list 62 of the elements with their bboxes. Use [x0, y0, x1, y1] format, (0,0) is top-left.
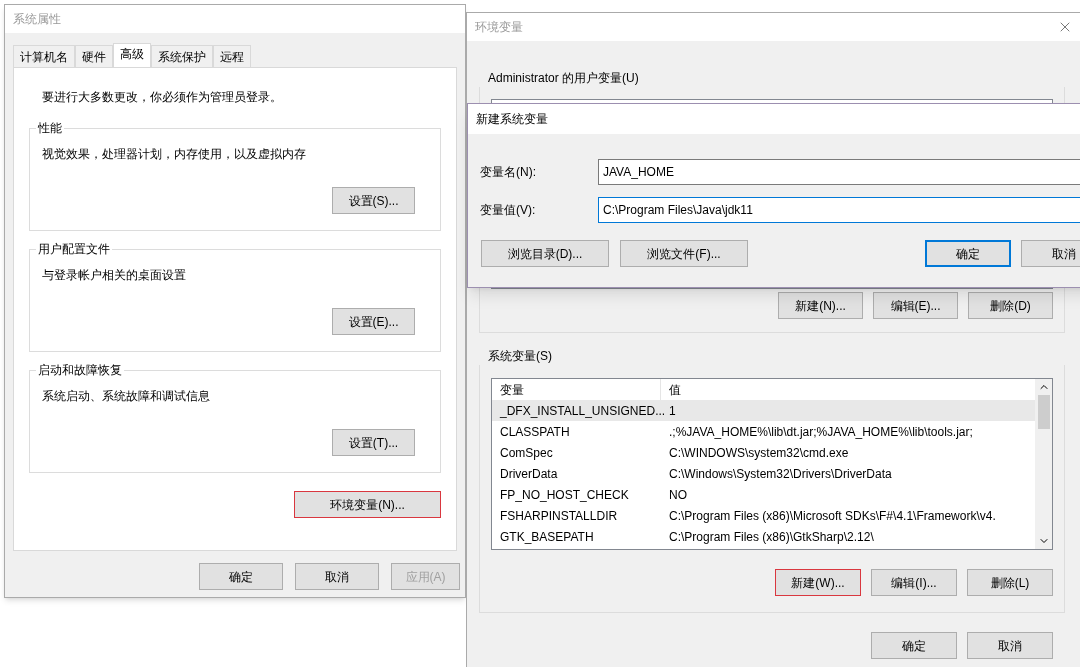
table-cell-text: FSHARPINSTALLDIR — [499, 507, 619, 525]
table-cell-text: FP_NO_HOST_CHECK — [499, 486, 630, 504]
section-title: Administrator 的用户变量(U) — [488, 70, 640, 87]
variable-row[interactable]: FP_NO_HOST_CHECK NO — [492, 484, 1035, 505]
dialog-button[interactable]: 确定 — [871, 632, 957, 659]
dialog-button[interactable]: 确定 — [925, 240, 1011, 267]
dialog-button[interactable]: 取消 — [967, 632, 1053, 659]
table-cell-text: DriverData — [499, 465, 559, 483]
tab[interactable]: 系统保护 — [151, 45, 213, 67]
group-description: 视觉效果，处理器计划，内存使用，以及虚拟内存 — [42, 146, 307, 163]
tab[interactable]: 硬件 — [75, 45, 113, 67]
group-title: 用户配置文件 — [36, 242, 112, 256]
field-label: 变量名(N): — [480, 164, 537, 181]
input-field[interactable]: C:\Program Files\Java\jdk11 — [598, 197, 1080, 223]
list-button[interactable]: 编辑(I)... — [871, 569, 957, 596]
table-cell-text: CLASSPATH — [499, 423, 571, 441]
input-field[interactable]: JAVA_HOME — [598, 159, 1080, 185]
dialog-title: 新建系统变量 — [476, 111, 548, 128]
table-cell-text: 1 — [668, 402, 677, 420]
dialog-button[interactable]: 取消 — [1021, 240, 1080, 267]
tab[interactable]: 高级 — [113, 43, 151, 67]
group-title: 性能 — [36, 121, 64, 135]
group-description: 系统启动、系统故障和调试信息 — [42, 388, 211, 405]
list-button[interactable]: 新建(W)... — [775, 569, 861, 596]
tab[interactable]: 远程 — [213, 45, 251, 67]
settings-button[interactable]: 设置(S)... — [332, 187, 415, 214]
table-cell-text: GTK_BASEPATH — [499, 528, 595, 546]
table-cell-text: C:\WINDOWS\system32\cmd.exe — [668, 444, 850, 462]
variable-row[interactable]: CLASSPATH .;%JAVA_HOME%\lib\dt.jar;%JAVA_HOME%\lib\tools.jar; — [492, 421, 1035, 442]
scrollbar[interactable] — [1035, 379, 1052, 549]
variable-row[interactable]: FSHARPINSTALLDIR C:\Program Files (x86)\Microsoft SDKs\F#\4.1\Framework\v4. — [492, 505, 1035, 526]
section-title: 系统变量(S) — [488, 348, 553, 365]
dialog-button[interactable]: 浏览文件(F)... — [620, 240, 748, 267]
table-cell-text: NO — [668, 486, 688, 504]
dialog-button[interactable]: 取消 — [295, 563, 379, 590]
window-title: 系统属性 — [13, 11, 61, 28]
dialog-button[interactable]: 确定 — [199, 563, 283, 590]
tab[interactable]: 计算机名 — [13, 45, 75, 67]
list-button[interactable]: 删除(D) — [968, 292, 1053, 319]
variable-row[interactable]: _DFX_INSTALL_UNSIGNED... 1 — [492, 400, 1035, 421]
list-button[interactable]: 编辑(E)... — [873, 292, 958, 319]
field-label: 变量值(V): — [480, 202, 537, 219]
table-cell-text: C:\Program Files (x86)\Microsoft SDKs\F#\4.1\Framework\v4. — [668, 507, 997, 525]
group-description: 与登录帐户相关的桌面设置 — [42, 267, 187, 284]
list-button[interactable]: 新建(N)... — [778, 292, 863, 319]
table-cell-text: ComSpec — [499, 444, 554, 462]
window-title: 环境变量 — [475, 19, 523, 36]
column-header[interactable]: 值 — [661, 379, 689, 400]
variable-row[interactable]: ComSpec C:\WINDOWS\system32\cmd.exe — [492, 442, 1035, 463]
list-button[interactable]: 删除(L) — [967, 569, 1053, 596]
table-cell-text: C:\Program Files (x86)\GtkSharp\2.12\ — [668, 528, 875, 546]
table-cell-text: .;%JAVA_HOME%\lib\dt.jar;%JAVA_HOME%\lib\tools.jar; — [668, 423, 974, 441]
variable-row[interactable]: GTK_BASEPATH C:\Program Files (x86)\GtkSharp\2.12\ — [492, 526, 1035, 547]
environment-variables-button[interactable]: 环境变量(N)... — [294, 491, 441, 518]
settings-button[interactable]: 设置(E)... — [332, 308, 415, 335]
table-cell-text: C:\Windows\System32\Drivers\DriverData — [668, 465, 893, 483]
group-title: 启动和故障恢复 — [36, 363, 124, 377]
scroll-thumb[interactable] — [1037, 395, 1050, 429]
dialog-button[interactable]: 浏览目录(D)... — [481, 240, 609, 267]
variable-row[interactable]: DriverData C:\Windows\System32\Drivers\DriverData — [492, 463, 1035, 484]
notice-text: 要进行大多数更改，你必须作为管理员登录。 — [42, 89, 283, 106]
settings-button[interactable]: 设置(T)... — [332, 429, 415, 456]
